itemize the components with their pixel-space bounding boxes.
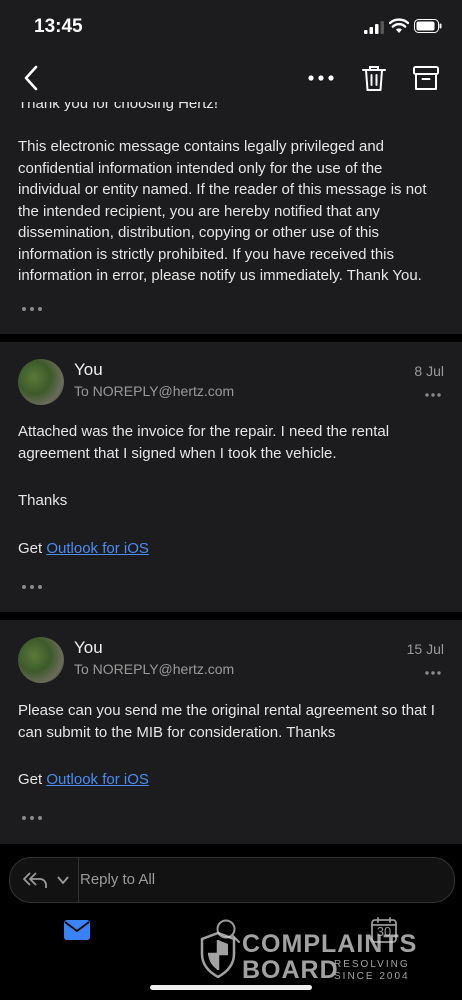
divider xyxy=(78,858,79,902)
reply-to-all-button[interactable]: Reply to All xyxy=(80,871,155,888)
show-quoted-text-icon[interactable] xyxy=(20,813,44,823)
message-closing: Thanks xyxy=(18,492,68,509)
home-indicator xyxy=(150,985,312,990)
shield-logo-icon xyxy=(200,932,236,978)
status-bar: 13:45 xyxy=(0,0,462,54)
archive-icon[interactable] xyxy=(412,64,440,92)
wifi-icon xyxy=(389,18,409,33)
reply-all-icon[interactable] xyxy=(22,870,48,890)
outlook-for-ios-link[interactable]: Outlook for iOS xyxy=(46,771,149,788)
show-quoted-text-icon[interactable] xyxy=(20,304,44,314)
status-time: 13:45 xyxy=(34,16,83,37)
signature-prefix: Get xyxy=(18,771,43,788)
sender-name: You xyxy=(74,360,103,379)
watermark-tagline-1: RESOLVING xyxy=(334,959,410,970)
navigation-bar xyxy=(0,54,462,103)
message-card: You To NOREPLY@hertz.com 8 Jul Attached … xyxy=(0,342,462,612)
message-signature: Get Outlook for iOS xyxy=(18,538,448,560)
recipient-line: To NOREPLY@hertz.com xyxy=(74,383,235,399)
message-body: Please can you send me the original rent… xyxy=(18,702,435,741)
message-body: Attached was the invoice for the repair.… xyxy=(18,423,390,462)
watermark-tagline: RESOLVING SINCE 2004 xyxy=(334,959,414,983)
more-options-icon[interactable] xyxy=(304,66,338,90)
back-icon[interactable] xyxy=(20,64,44,92)
recipient-line: To NOREPLY@hertz.com xyxy=(74,661,235,677)
watermark-line-2: BOARD xyxy=(242,956,339,984)
message-date: 15 Jul xyxy=(406,641,444,657)
watermark-line-1: COMPLAINTS xyxy=(242,930,418,958)
message-signature: Get Outlook for iOS xyxy=(18,769,448,791)
chevron-down-icon[interactable] xyxy=(56,874,70,886)
battery-icon xyxy=(414,19,442,33)
message-more-icon[interactable] xyxy=(424,669,442,677)
message-card: Thank you for choosing Hertz! This elect… xyxy=(0,102,462,334)
avatar xyxy=(18,637,64,683)
reply-bar: Reply to All xyxy=(9,857,455,903)
avatar xyxy=(18,359,64,405)
message-body: This electronic message contains legally… xyxy=(18,138,427,284)
complaintsboard-watermark: COMPLAINTS BOARD RESOLVING SINCE 2004 xyxy=(200,930,420,984)
message-body-cut-line: Thank you for choosing Hertz! xyxy=(18,102,219,112)
cellular-signal-icon xyxy=(364,21,384,34)
message-date: 8 Jul xyxy=(414,363,444,379)
signature-prefix: Get xyxy=(18,540,43,557)
show-quoted-text-icon[interactable] xyxy=(20,582,44,592)
trash-icon[interactable] xyxy=(361,64,387,92)
sender-name: You xyxy=(74,638,103,657)
watermark-tagline-2: SINCE 2004 xyxy=(334,971,410,982)
mail-tab-icon[interactable] xyxy=(64,920,90,940)
outlook-for-ios-link[interactable]: Outlook for iOS xyxy=(46,540,149,557)
message-card: You To NOREPLY@hertz.com 15 Jul Please c… xyxy=(0,620,462,844)
message-more-icon[interactable] xyxy=(424,391,442,399)
